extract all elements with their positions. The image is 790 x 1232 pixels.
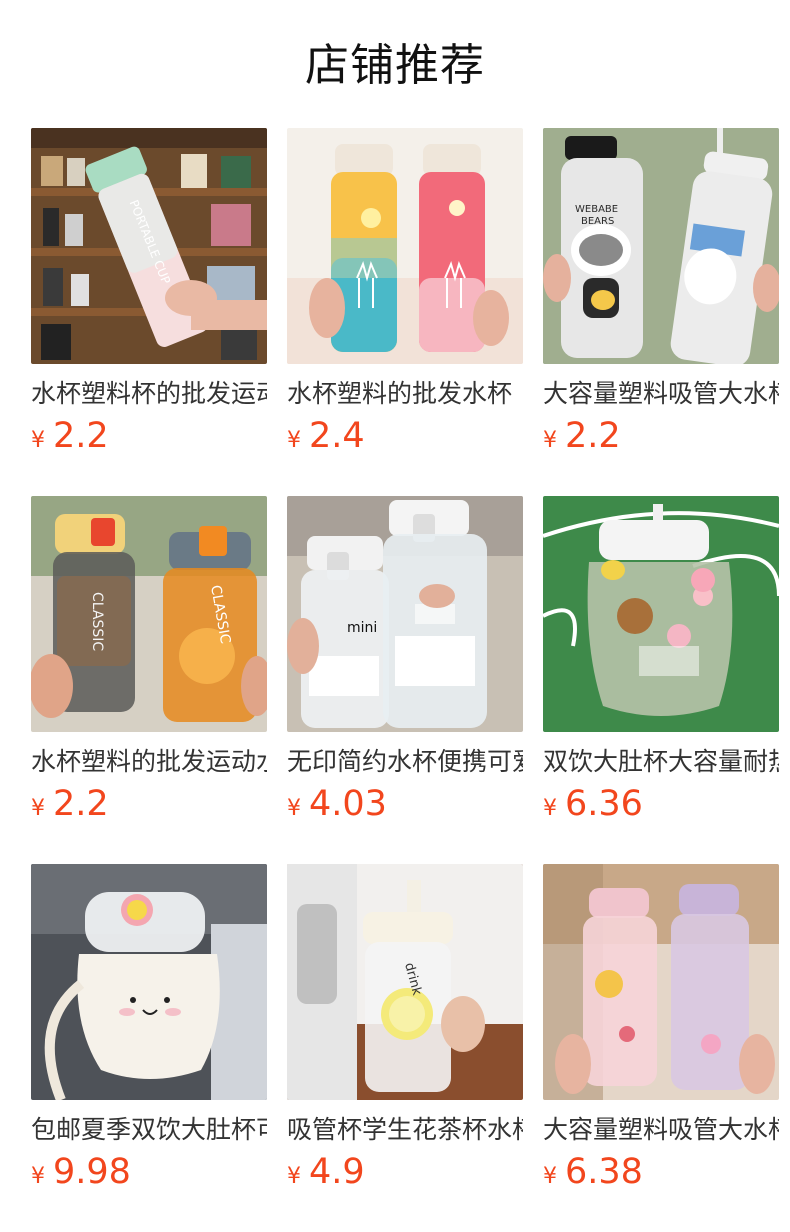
- product-name[interactable]: 吸管杯学生花茶杯水杯: [287, 1112, 523, 1148]
- product-price: ¥6.36: [543, 784, 779, 824]
- currency-symbol: ¥: [31, 1164, 45, 1189]
- currency-symbol: ¥: [543, 1164, 557, 1189]
- product-image[interactable]: [543, 496, 779, 732]
- price-value: 6.36: [565, 784, 643, 824]
- price-value: 6.38: [565, 1152, 643, 1192]
- product-image[interactable]: mini: [287, 496, 523, 732]
- product-name[interactable]: 水杯塑料的批发运动水: [31, 744, 267, 780]
- product-card[interactable]: WEBABE BEARS 大容量塑料吸管大水杯 ¥2.2: [543, 128, 779, 456]
- product-price: ¥6.38: [543, 1152, 779, 1192]
- currency-symbol: ¥: [287, 428, 301, 453]
- product-price: ¥2.2: [31, 416, 267, 456]
- product-name[interactable]: 水杯塑料杯的批发运动: [31, 376, 267, 412]
- product-name[interactable]: 包邮夏季双饮大肚杯可: [31, 1112, 267, 1148]
- svg-text:mini: mini: [347, 620, 377, 636]
- product-image[interactable]: CLASSIC CLASSIC: [31, 496, 267, 732]
- svg-text:WEBABE: WEBABE: [575, 204, 618, 215]
- price-value: 2.2: [565, 416, 621, 456]
- product-price: ¥9.98: [31, 1152, 267, 1192]
- price-value: 4.9: [309, 1152, 365, 1192]
- product-card[interactable]: CLASSIC CLASSIC 水杯塑料的批发运动水 ¥2.2: [31, 496, 267, 824]
- product-card[interactable]: 双饮大肚杯大容量耐热 ¥6.36: [543, 496, 779, 824]
- product-price: ¥4.9: [287, 1152, 523, 1192]
- product-name[interactable]: 大容量塑料吸管大水杯: [543, 376, 779, 412]
- product-name[interactable]: 双饮大肚杯大容量耐热: [543, 744, 779, 780]
- product-image[interactable]: PORTABLE CUP: [31, 128, 267, 364]
- price-value: 2.2: [53, 416, 109, 456]
- product-image[interactable]: [543, 864, 779, 1100]
- shop-recommendation-page: 店铺推荐 PORTABLE CUP 水杯塑料杯的批发运动 ¥ 2.2 水杯塑料的…: [0, 0, 790, 1232]
- product-card[interactable]: 水杯塑料的批发水杯 ¥2.4: [287, 128, 523, 456]
- product-price: ¥2.2: [543, 416, 779, 456]
- product-card[interactable]: drink 吸管杯学生花茶杯水杯 ¥4.9: [287, 864, 523, 1192]
- product-card[interactable]: 包邮夏季双饮大肚杯可 ¥9.98: [31, 864, 267, 1192]
- product-price: ¥4.03: [287, 784, 523, 824]
- currency-symbol: ¥: [287, 796, 301, 821]
- product-name[interactable]: 大容量塑料吸管大水杯: [543, 1112, 779, 1148]
- product-price: ¥2.4: [287, 416, 523, 456]
- currency-symbol: ¥: [287, 1164, 301, 1189]
- svg-text:BEARS: BEARS: [581, 216, 614, 227]
- currency-symbol: ¥: [31, 428, 45, 453]
- product-card[interactable]: mini 无印简约水杯便携可爱 ¥4.03: [287, 496, 523, 824]
- product-price: ¥2.2: [31, 784, 267, 824]
- product-image[interactable]: [287, 128, 523, 364]
- product-name[interactable]: 无印简约水杯便携可爱: [287, 744, 523, 780]
- currency-symbol: ¥: [543, 428, 557, 453]
- svg-text:CLASSIC: CLASSIC: [89, 592, 105, 651]
- product-image[interactable]: WEBABE BEARS: [543, 128, 779, 364]
- product-image[interactable]: [31, 864, 267, 1100]
- product-card[interactable]: PORTABLE CUP 水杯塑料杯的批发运动 ¥2.2: [31, 128, 267, 456]
- price-value: 2.4: [309, 416, 365, 456]
- price-value: 2.2: [53, 784, 109, 824]
- product-card[interactable]: 大容量塑料吸管大水杯 ¥6.38: [543, 864, 779, 1192]
- currency-symbol: ¥: [543, 796, 557, 821]
- price-value: 9.98: [53, 1152, 131, 1192]
- currency-symbol: ¥: [31, 796, 45, 821]
- price-value: 4.03: [309, 784, 387, 824]
- shop-title: 店铺推荐: [305, 40, 485, 91]
- product-image[interactable]: drink: [287, 864, 523, 1100]
- product-name[interactable]: 水杯塑料的批发水杯: [287, 376, 523, 412]
